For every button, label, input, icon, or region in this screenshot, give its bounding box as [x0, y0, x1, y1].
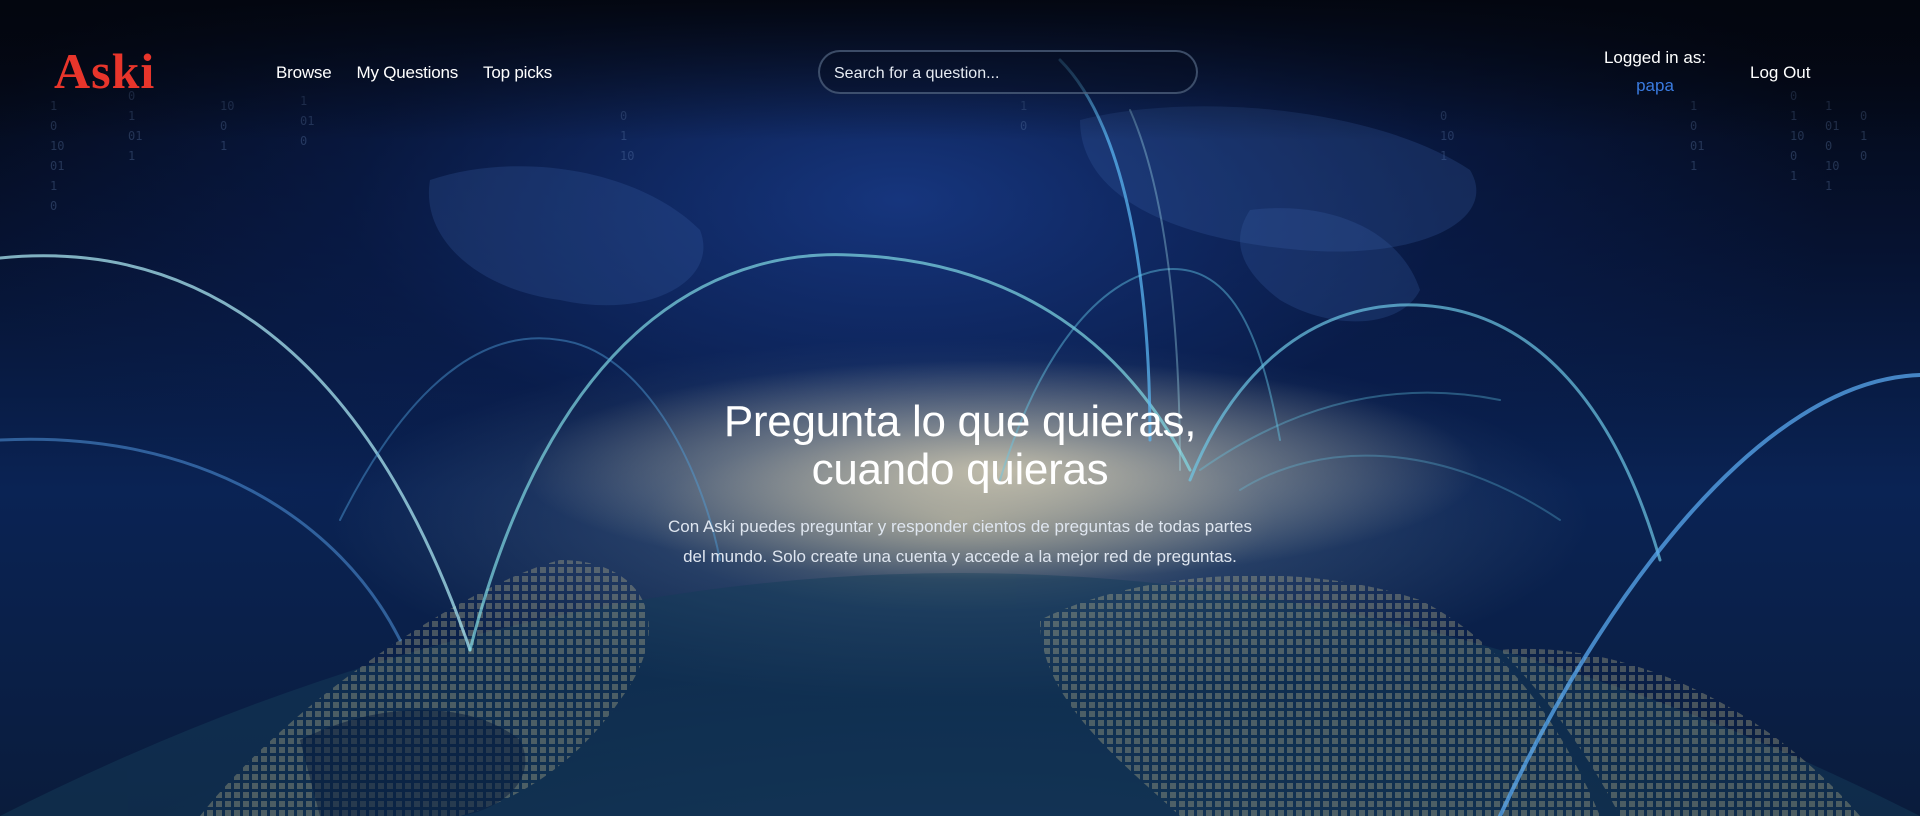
nav-item-browse[interactable]: Browse	[276, 62, 332, 84]
hero-section: 10100110 01011 1001 1010 0110 10 0101 10…	[0, 0, 1920, 816]
svg-text:1: 1	[1790, 169, 1797, 183]
aski-logo[interactable]: Aski	[54, 46, 155, 96]
user-info: Logged in as: papa	[1580, 47, 1730, 97]
search-input[interactable]	[832, 61, 1186, 87]
logout-button[interactable]: Log Out	[1750, 62, 1811, 84]
hero-title: Pregunta lo que quieras, cuando quieras	[560, 398, 1360, 494]
hero-title-line-1: Pregunta lo que quieras,	[723, 397, 1197, 446]
nav-item-my-questions[interactable]: My Questions	[357, 62, 459, 84]
hero-description: Con Aski puedes preguntar y responder ci…	[640, 512, 1280, 572]
svg-text:1: 1	[1825, 179, 1832, 193]
svg-text:0: 0	[50, 199, 57, 213]
main-nav: Browse My Questions Top picks	[276, 62, 577, 84]
svg-text:0: 0	[1860, 149, 1867, 163]
svg-text:1: 1	[50, 179, 57, 193]
svg-text:10: 10	[620, 149, 634, 163]
svg-text:01: 01	[50, 159, 64, 173]
svg-text:1: 1	[1690, 159, 1697, 173]
svg-text:10: 10	[50, 139, 64, 153]
logged-in-label: Logged in as:	[1603, 48, 1707, 67]
hero-description-line-1: Con Aski puedes preguntar y responder ci…	[667, 517, 1253, 536]
hero-description-line-2: del mundo. Solo create una cuenta y acce…	[683, 547, 1237, 566]
nav-item-top-picks[interactable]: Top picks	[483, 62, 552, 84]
hero-title-line-2: cuando quieras	[811, 445, 1109, 494]
svg-text:1: 1	[128, 149, 135, 163]
username-link[interactable]: papa	[1580, 75, 1730, 97]
svg-text:1: 1	[220, 139, 227, 153]
svg-text:10: 10	[1825, 159, 1839, 173]
svg-text:0: 0	[1790, 149, 1797, 163]
svg-text:0: 0	[1825, 139, 1832, 153]
search-box	[818, 50, 1198, 94]
svg-text:01: 01	[1690, 139, 1704, 153]
